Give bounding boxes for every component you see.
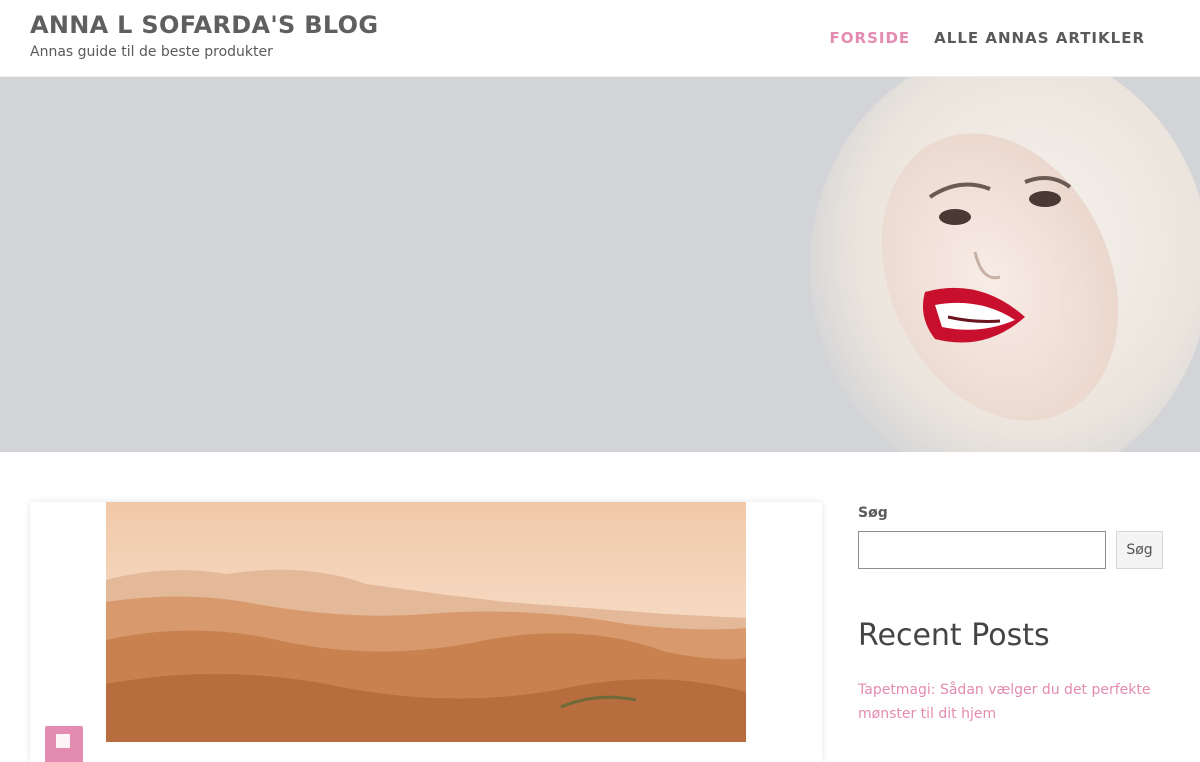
site-tagline: Annas guide til de beste produkter (30, 44, 273, 60)
post-card (30, 502, 822, 762)
search-input[interactable] (858, 531, 1106, 569)
sidebar: Søg Søg Recent Posts Tapetmagi: Sådan væ… (858, 502, 1168, 722)
main-nav: FORSIDE ALLE ANNAS ARTIKLER (830, 29, 1145, 47)
recent-posts-title: Recent Posts (858, 618, 1050, 653)
recent-posts-list: Tapetmagi: Sådan vælger du det perfekte … (858, 678, 1158, 726)
nav-item-alle-artikler[interactable]: ALLE ANNAS ARTIKLER (934, 29, 1145, 47)
site-header: ANNA L SOFARDA'S BLOG Annas guide til de… (0, 0, 1200, 77)
site-title[interactable]: ANNA L SOFARDA'S BLOG (30, 11, 378, 39)
search-form: Søg (858, 531, 1163, 569)
nav-item-forside[interactable]: FORSIDE (830, 29, 911, 47)
post-format-badge (45, 726, 83, 762)
list-item: Tapetmagi: Sådan vælger du det perfekte … (858, 678, 1158, 726)
hero-banner (0, 77, 1200, 452)
search-label: Søg (858, 505, 888, 521)
search-button[interactable]: Søg (1116, 531, 1163, 569)
post-format-icon (56, 734, 70, 748)
recent-post-link[interactable]: Tapetmagi: Sådan vælger du det perfekte … (858, 682, 1151, 722)
post-image[interactable] (106, 502, 746, 742)
hero-image (0, 77, 1200, 452)
